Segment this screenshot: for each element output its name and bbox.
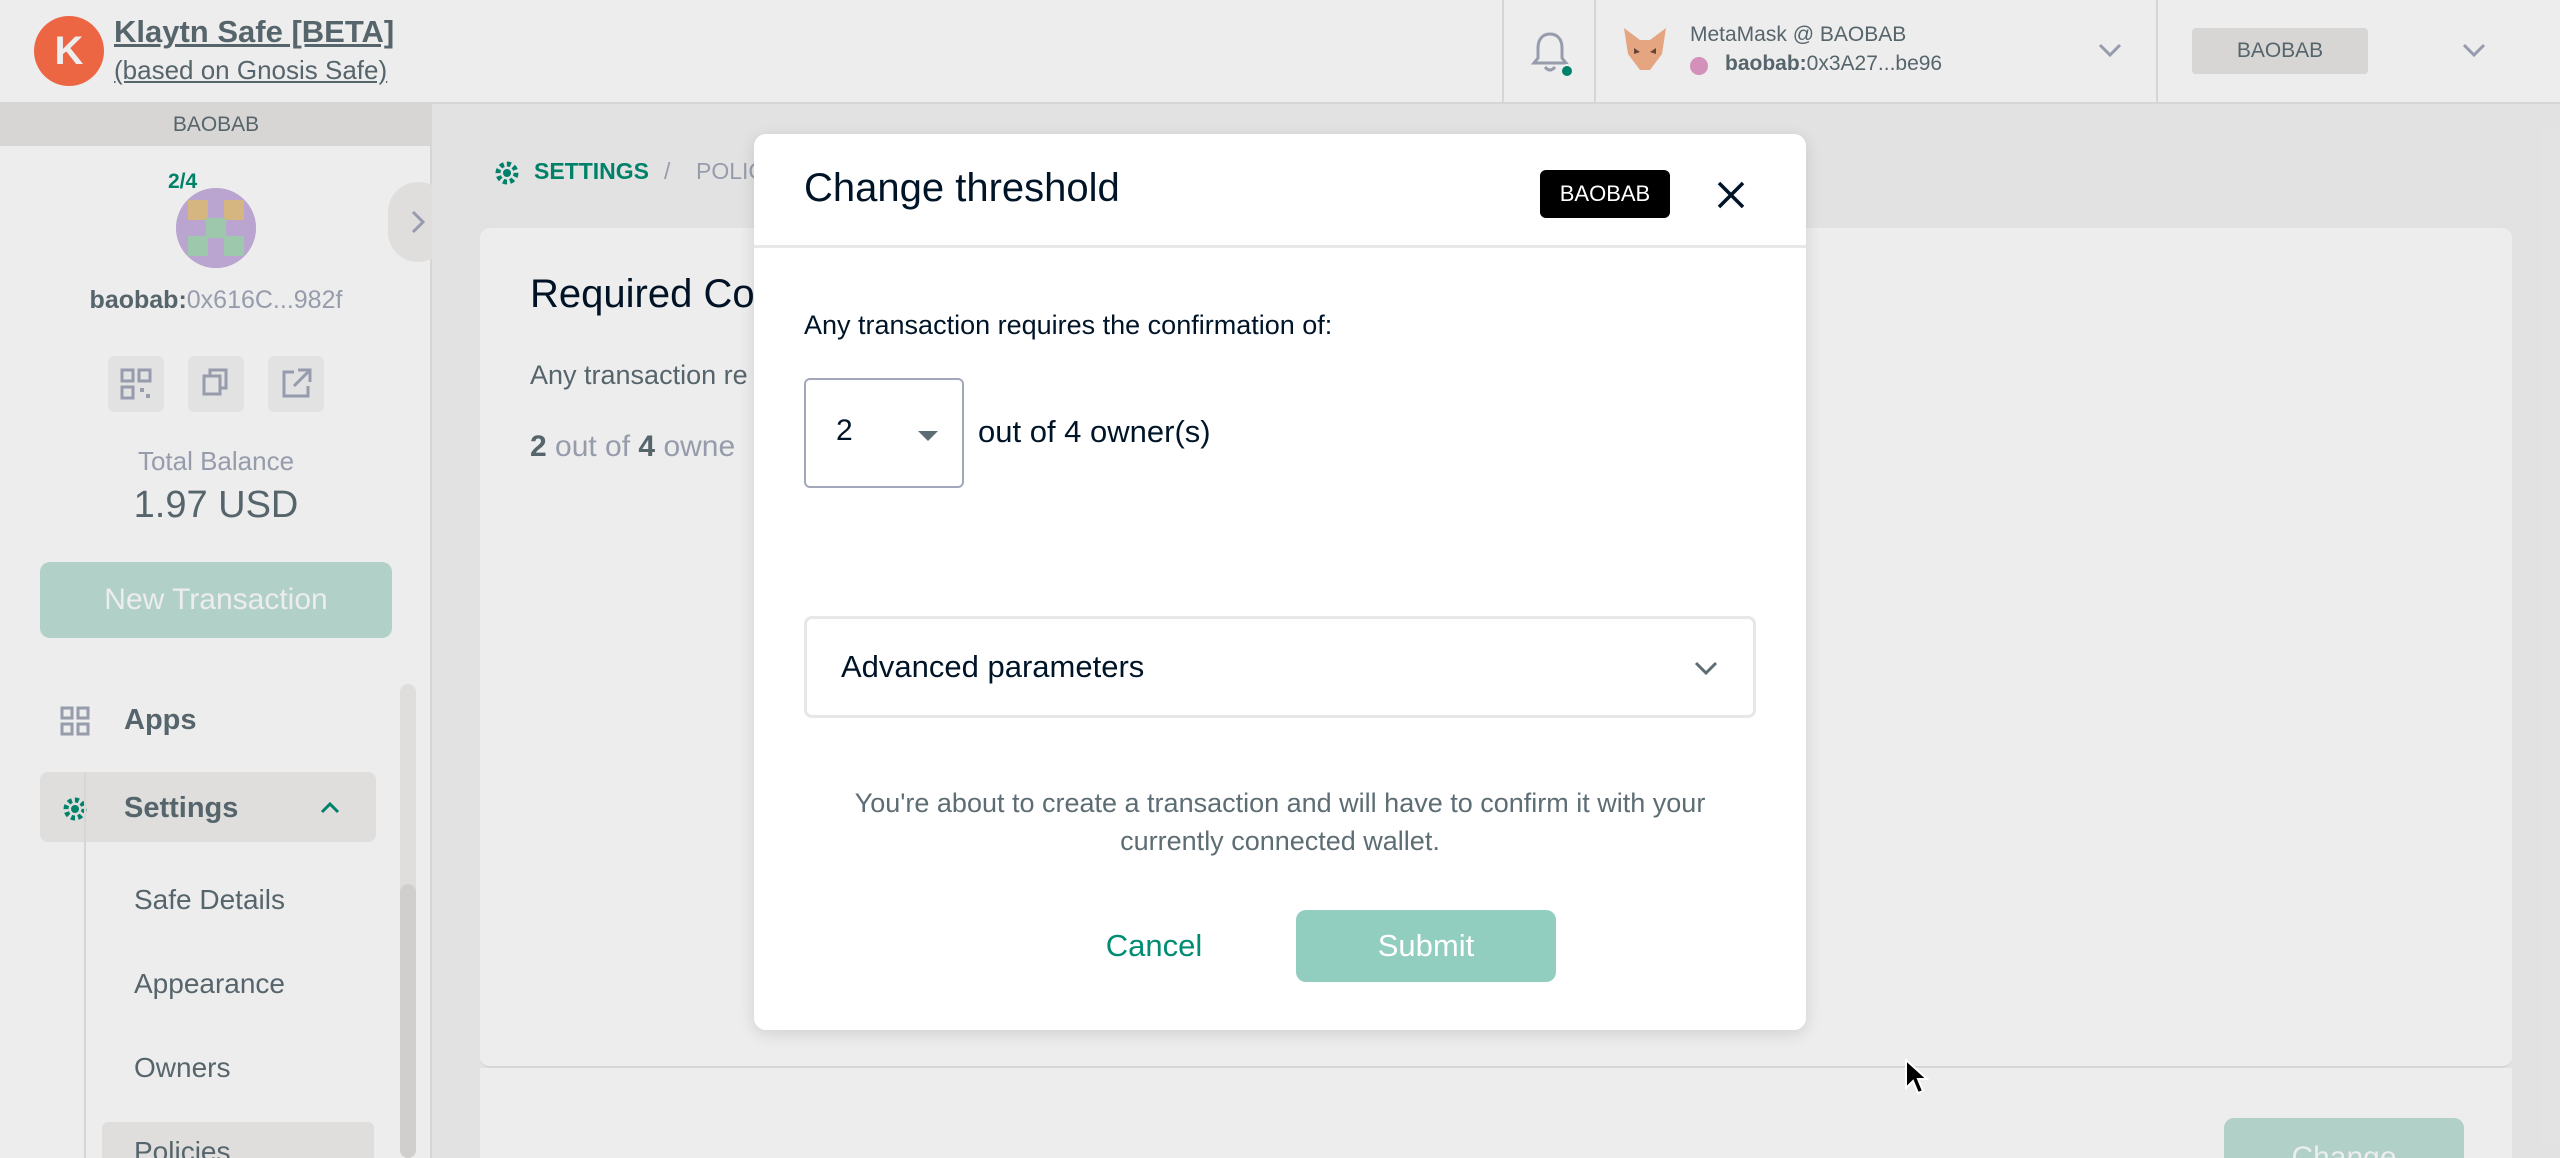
chevron-down-icon <box>1694 661 1718 676</box>
modal-header: Change threshold BAOBAB <box>754 134 1806 248</box>
change-threshold-modal: Change threshold BAOBAB Any transaction … <box>754 134 1806 1030</box>
cancel-button[interactable]: Cancel <box>1054 910 1254 982</box>
advanced-parameters-label: Advanced parameters <box>841 649 1145 684</box>
confirmation-label: Any transaction requires the confirmatio… <box>804 310 1333 340</box>
mouse-cursor-icon <box>1905 1058 1930 1095</box>
network-badge: BAOBAB <box>1540 170 1670 218</box>
threshold-select[interactable]: 2 <box>804 378 964 488</box>
advanced-parameters-toggle[interactable]: Advanced parameters <box>804 616 1756 718</box>
threshold-select-value: 2 <box>836 414 853 447</box>
caret-down-icon <box>918 431 938 441</box>
close-icon[interactable] <box>1706 170 1756 220</box>
modal-title: Change threshold <box>804 166 1120 210</box>
submit-button[interactable]: Submit <box>1296 910 1556 982</box>
confirmation-note: You're about to create a transaction and… <box>854 788 1706 856</box>
owners-count-label: out of 4 owner(s) <box>978 414 1211 449</box>
